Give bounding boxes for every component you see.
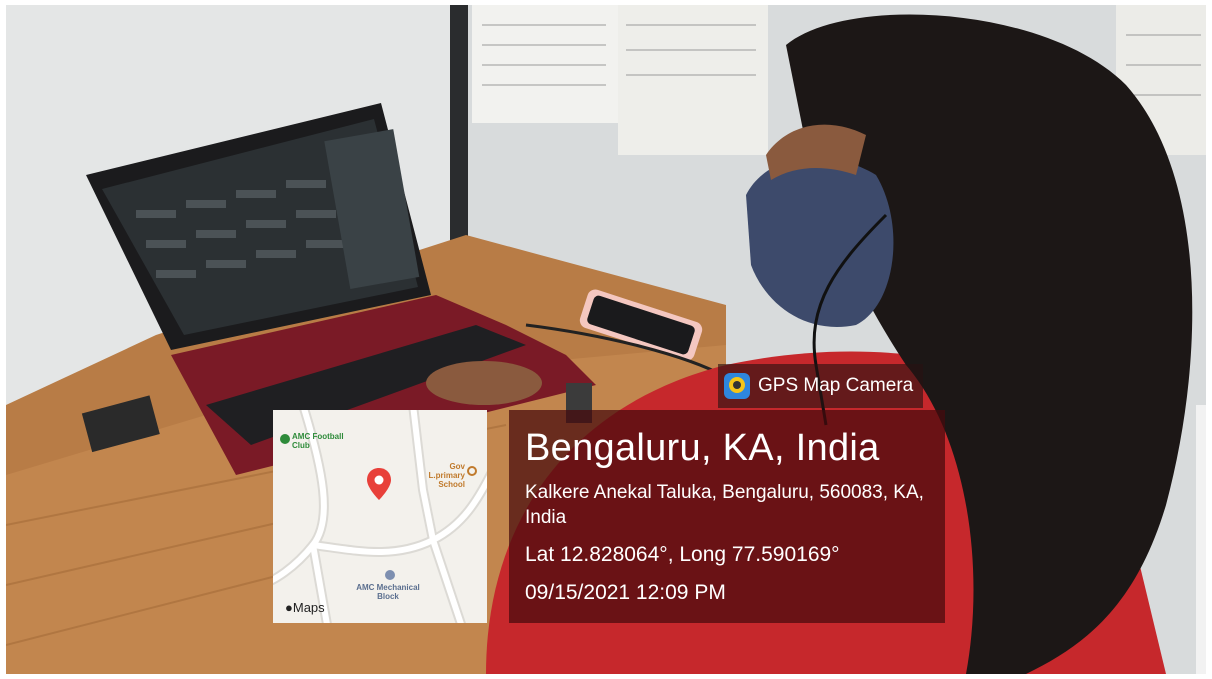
school-icon [467,466,477,476]
maps-brand-label: Maps [292,600,325,615]
location-info-panel: Bengaluru, KA, India Kalkere Anekal Talu… [509,410,945,623]
gps-map-camera-icon [724,373,750,399]
map-place-mechanical-block: AMC Mechanical Block [356,583,420,601]
map-thumbnail: AMC Football Club Gov L.primary School A… [273,410,487,623]
app-badge: GPS Map Camera [718,364,924,408]
location-coordinates: Lat 12.828064°, Long 77.590169° [525,543,840,566]
apple-logo-icon: ● [285,600,293,615]
app-name: GPS Map Camera [758,375,914,396]
location-city: Bengaluru, KA, India [525,427,880,469]
maps-brand: ●Maps [285,600,325,615]
map-pin-icon [367,468,391,500]
building-icon [385,570,395,580]
location-address: Kalkere Anekal Taluka, Bengaluru, 560083… [525,482,924,528]
capture-datetime: 09/15/2021 12:09 PM [525,581,726,604]
park-icon [280,434,290,444]
map-place-school: Gov L.primary School [428,462,465,489]
map-place-football-club: AMC Football Club [292,432,344,450]
